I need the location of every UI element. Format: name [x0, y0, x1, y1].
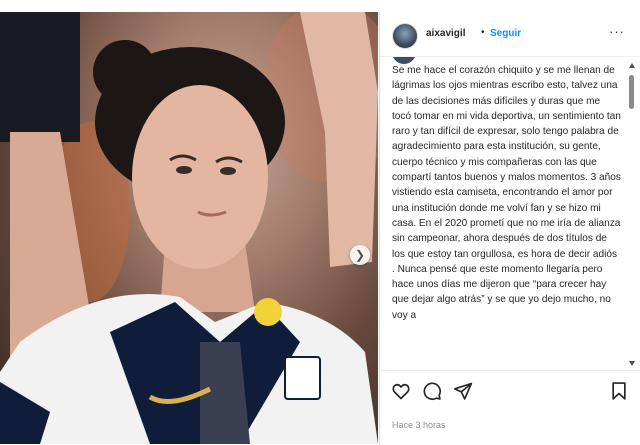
- next-photo-button[interactable]: ❯: [350, 245, 370, 265]
- bookmark-icon[interactable]: [609, 381, 629, 401]
- post-timestamp: Hace 3 horas: [392, 420, 446, 430]
- post-photo-image: [0, 12, 378, 444]
- share-icon[interactable]: [453, 381, 473, 401]
- heart-icon[interactable]: [391, 381, 411, 401]
- scrollbar-thumb[interactable]: [629, 75, 634, 109]
- scroll-down-arrow-icon[interactable]: [629, 361, 635, 366]
- separator-dot: •: [481, 27, 485, 38]
- post-sidebar: aixavigil • Seguir ··· Se me hace el cor…: [379, 12, 640, 444]
- more-options-icon[interactable]: ···: [609, 24, 625, 39]
- post-caption: Se me hace el corazón chiquito y se me l…: [392, 65, 621, 321]
- scroll-up-arrow-icon[interactable]: [629, 63, 635, 68]
- avatar[interactable]: [392, 23, 418, 49]
- comment-icon[interactable]: [422, 381, 442, 401]
- username-link[interactable]: aixavigil: [426, 28, 465, 39]
- chevron-right-icon: ❯: [354, 248, 366, 262]
- action-bar: Hace 3 horas: [380, 370, 640, 445]
- caption-scroll-area[interactable]: Se me hace el corazón chiquito y se me l…: [380, 57, 640, 370]
- post-photo[interactable]: ❯: [0, 12, 378, 444]
- post-header: aixavigil • Seguir ···: [380, 12, 640, 57]
- follow-button[interactable]: Seguir: [490, 28, 521, 39]
- caption-scrollbar[interactable]: [626, 59, 637, 370]
